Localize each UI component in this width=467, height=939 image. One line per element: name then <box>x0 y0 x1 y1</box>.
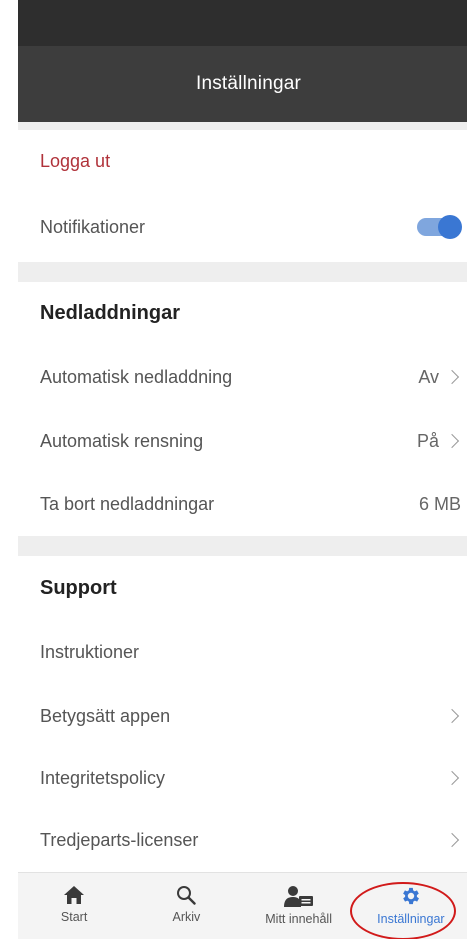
search-icon <box>177 886 197 905</box>
left-margin <box>0 0 18 939</box>
licenses-row[interactable]: Tredjeparts-licenser <box>18 808 467 872</box>
tab-label: Start <box>60 910 88 924</box>
bottom-tab-bar: Start Arkiv Mitt innehåll Inställningar <box>18 872 467 939</box>
instructions-row[interactable]: Instruktioner <box>18 620 467 684</box>
toggle-knob <box>438 215 462 239</box>
tab-label: Arkiv <box>172 910 201 924</box>
user-card-icon <box>283 886 313 907</box>
tab-arkiv[interactable]: Arkiv <box>130 873 242 939</box>
home-icon <box>64 886 85 904</box>
logout-label: Logga ut <box>40 150 111 171</box>
chevron-right-icon <box>444 369 460 385</box>
privacy-policy-row[interactable]: Integritetspolicy <box>18 748 467 808</box>
auto-clean-label: Automatisk rensning <box>40 430 204 451</box>
chevron-right-icon <box>444 708 460 724</box>
tab-installningar[interactable]: Inställningar <box>355 873 467 939</box>
downloads-size-value: 6 MB <box>418 493 461 514</box>
chevron-right-icon <box>444 770 460 786</box>
app-bar: Inställningar <box>18 46 467 122</box>
remove-downloads-label: Ta bort nedladdningar <box>40 493 215 514</box>
status-bar <box>18 0 467 46</box>
section-divider <box>18 262 467 282</box>
tab-label: Mitt innehåll <box>265 912 332 926</box>
notifications-row[interactable]: Notifikationer <box>18 192 467 262</box>
licenses-label: Tredjeparts-licenser <box>40 829 199 850</box>
page-title: Inställningar <box>195 73 302 94</box>
gear-icon <box>402 887 419 905</box>
auto-clean-value: På <box>416 430 439 451</box>
support-section-header: Support <box>18 556 467 620</box>
tab-start[interactable]: Start <box>18 873 130 939</box>
rate-app-row[interactable]: Betygsätt appen <box>18 684 467 748</box>
section-divider <box>18 536 467 556</box>
auto-download-value: Av <box>418 366 439 387</box>
downloads-section-title: Nedladdningar <box>40 301 181 324</box>
chevron-right-icon <box>444 433 460 449</box>
instructions-label: Instruktioner <box>40 641 140 662</box>
section-divider <box>18 122 467 130</box>
tab-label: Inställningar <box>377 912 445 926</box>
auto-download-label: Automatisk nedladdning <box>40 366 233 387</box>
privacy-policy-label: Integritetspolicy <box>40 767 166 788</box>
settings-screen: Inställningar Logga ut Notifikationer Ne… <box>18 0 467 939</box>
tab-mitt-innehall[interactable]: Mitt innehåll <box>243 873 355 939</box>
downloads-section-header: Nedladdningar <box>18 282 467 344</box>
notifications-label: Notifikationer <box>40 216 146 237</box>
notifications-toggle[interactable] <box>417 215 462 239</box>
auto-download-row[interactable]: Automatisk nedladdning Av <box>18 344 467 410</box>
chevron-right-icon <box>444 832 460 848</box>
rate-app-label: Betygsätt appen <box>40 705 171 726</box>
logout-row[interactable]: Logga ut <box>18 130 467 192</box>
support-section-title: Support <box>40 576 117 599</box>
remove-downloads-row[interactable]: Ta bort nedladdningar 6 MB <box>18 472 467 536</box>
auto-clean-row[interactable]: Automatisk rensning På <box>18 410 467 472</box>
